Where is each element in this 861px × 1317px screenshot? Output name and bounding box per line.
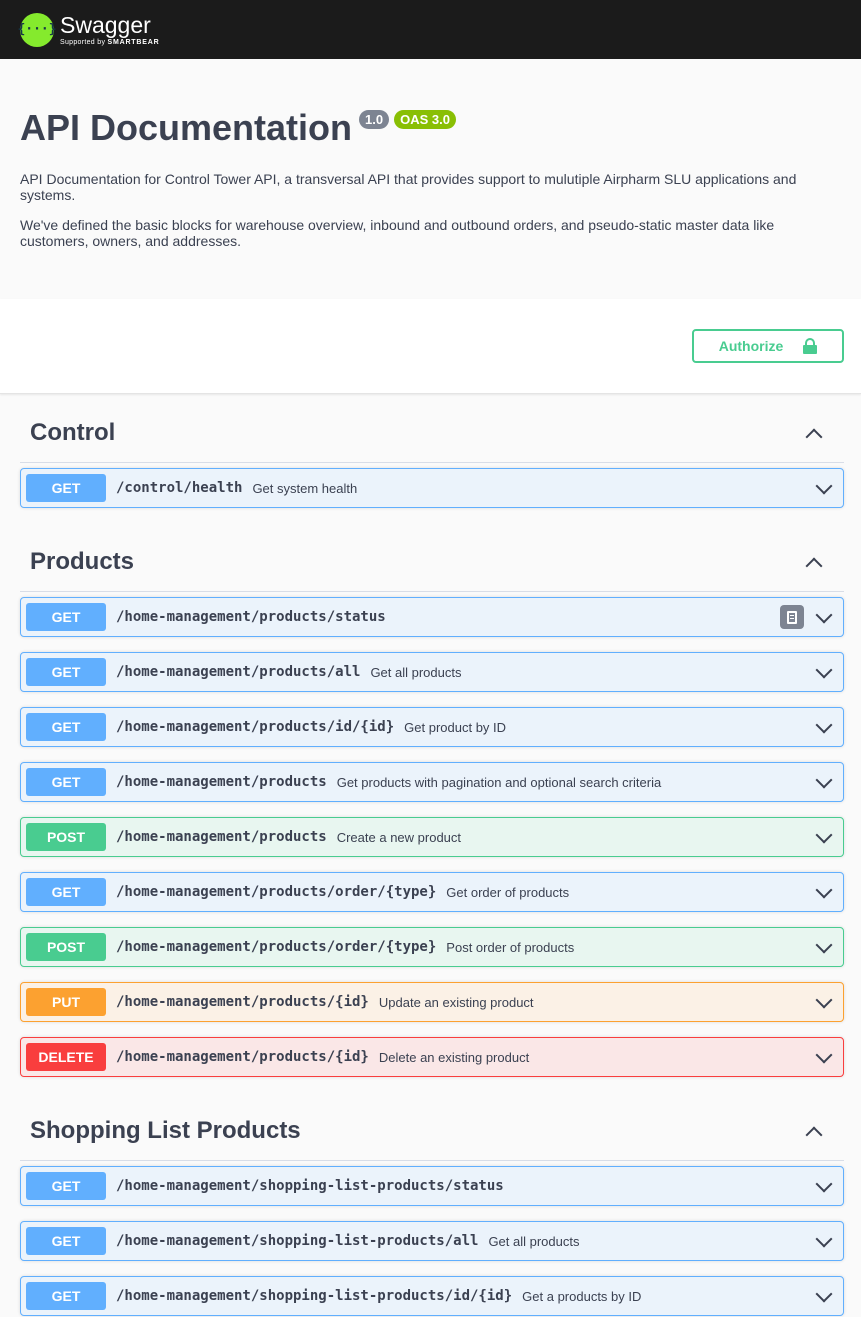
api-description: API Documentation for Control Tower API,…	[20, 171, 841, 249]
method-badge: GET	[26, 1227, 106, 1255]
operation-path: /home-management/products/all	[116, 664, 361, 680]
operation-get[interactable]: GET/home-management/products Get products…	[20, 762, 844, 802]
chevron-down-icon[interactable]	[816, 1050, 830, 1064]
tagline-prefix: Supported by	[60, 38, 106, 46]
operation-summary: Get product by ID	[404, 719, 507, 735]
scheme-container: Authorize	[0, 299, 861, 394]
brand-tagline: Supported by SMARTBEAR	[60, 39, 159, 46]
chevron-up-icon[interactable]	[806, 1124, 820, 1138]
chevron-up-icon[interactable]	[806, 426, 820, 440]
operation-path: /home-management/shopping-list-products/…	[116, 1178, 504, 1194]
authorize-button[interactable]: Authorize	[692, 329, 844, 363]
method-badge: POST	[26, 933, 106, 961]
method-badge: PUT	[26, 988, 106, 1016]
method-badge: DELETE	[26, 1043, 106, 1071]
operation-summary: Get system health	[252, 480, 358, 496]
chevron-down-icon[interactable]	[816, 940, 830, 954]
operation-path: /control/health	[116, 480, 243, 496]
authorize-label: Authorize	[718, 338, 784, 354]
method-badge: POST	[26, 823, 106, 851]
oas-badge: OAS 3.0	[394, 110, 456, 129]
operation-path: /home-management/products	[116, 774, 327, 790]
operation-summary: Update an existing product	[378, 994, 534, 1010]
operation-get[interactable]: GET/home-management/products/id/{id} Get …	[20, 707, 844, 747]
chevron-down-icon[interactable]	[816, 610, 830, 624]
operation-delete[interactable]: DELETE/home-management/products/{id} Dele…	[20, 1037, 844, 1077]
operation-get[interactable]: GET/home-management/shopping-list-produc…	[20, 1276, 844, 1316]
method-badge: GET	[26, 1172, 106, 1200]
operation-path: /home-management/shopping-list-products/…	[116, 1233, 479, 1249]
method-badge: GET	[26, 878, 106, 906]
method-badge: GET	[26, 713, 106, 741]
operation-get[interactable]: GET/home-management/shopping-list-produc…	[20, 1221, 844, 1261]
tag-name: Products	[30, 548, 135, 575]
chevron-down-icon[interactable]	[816, 481, 830, 495]
operation-path: /home-management/products/order/{type}	[116, 939, 437, 955]
chevron-down-icon[interactable]	[816, 1289, 830, 1303]
chevron-down-icon[interactable]	[816, 830, 830, 844]
chevron-down-icon[interactable]	[816, 1179, 830, 1193]
description-paragraph: We've defined the basic blocks for wareh…	[20, 217, 775, 249]
chevron-down-icon[interactable]	[816, 995, 830, 1009]
copy-to-clipboard-icon[interactable]	[780, 605, 804, 629]
chevron-down-icon[interactable]	[816, 665, 830, 679]
operation-get[interactable]: GET/home-management/products/status	[20, 597, 844, 637]
method-badge: GET	[26, 658, 106, 686]
page-title: API Documentation	[20, 107, 353, 148]
topbar: {···} Swagger Supported by SMARTBEAR	[0, 0, 861, 59]
tag-section-header[interactable]: Control	[20, 404, 844, 463]
operation-path: /home-management/products	[116, 829, 327, 845]
operation-get[interactable]: GET/home-management/products/order/{type…	[20, 872, 844, 912]
method-badge: GET	[26, 768, 106, 796]
operation-summary: Delete an existing product	[378, 1049, 530, 1065]
tag-section-header[interactable]: Products	[20, 533, 844, 592]
chevron-down-icon[interactable]	[816, 1234, 830, 1248]
operation-path: /home-management/products/status	[116, 609, 386, 625]
chevron-down-icon[interactable]	[816, 775, 830, 789]
operation-path: /home-management/shopping-list-products/…	[116, 1288, 513, 1304]
tag-name: Shopping List Products	[30, 1117, 301, 1144]
version-badge: 1.0	[359, 110, 390, 129]
description-paragraph: API Documentation for Control Tower API,…	[20, 171, 797, 203]
operation-summary: Post order of products	[446, 939, 575, 955]
operation-get[interactable]: GET/home-management/shopping-list-produc…	[20, 1166, 844, 1206]
operation-summary: Get all products	[370, 664, 462, 680]
operation-summary: Get all products	[488, 1233, 580, 1249]
swagger-logo-icon[interactable]: {···}	[17, 12, 57, 47]
method-badge: GET	[26, 474, 106, 502]
operation-path: /home-management/products/{id}	[116, 1049, 369, 1065]
operation-summary: Get order of products	[446, 884, 570, 900]
operation-get[interactable]: GET/home-management/products/all Get all …	[20, 652, 844, 692]
operation-path: /home-management/products/id/{id}	[116, 719, 395, 735]
method-badge: GET	[26, 603, 106, 631]
tag-section-header[interactable]: Shopping List Products	[20, 1102, 844, 1161]
chevron-up-icon[interactable]	[806, 555, 820, 569]
tagline-company: SMARTBEAR	[107, 38, 160, 46]
operation-summary: Get products with pagination and optiona…	[336, 774, 662, 790]
operation-post[interactable]: POST/home-management/products/order/{typ…	[20, 927, 844, 967]
api-info: API Documentation 1.0 OAS 3.0 API Docume…	[0, 59, 861, 299]
operation-path: /home-management/products/order/{type}	[116, 884, 437, 900]
operation-summary: Get a products by ID	[522, 1288, 642, 1304]
brand-name: Swagger	[60, 11, 151, 38]
operation-post[interactable]: POST/home-management/products Create a ne…	[20, 817, 844, 857]
chevron-down-icon[interactable]	[816, 885, 830, 899]
method-badge: GET	[26, 1282, 106, 1310]
operation-put[interactable]: PUT/home-management/products/{id} Update …	[20, 982, 844, 1022]
operation-get[interactable]: GET/control/health Get system health	[20, 468, 844, 508]
operations-container: Control GET/control/health Get system heal…	[0, 394, 861, 1317]
operation-summary: Create a new product	[336, 829, 462, 845]
tag-name: Control	[30, 419, 116, 446]
operation-path: /home-management/products/{id}	[116, 994, 369, 1010]
swagger-brand[interactable]: Swagger Supported by SMARTBEAR	[60, 11, 159, 46]
chevron-down-icon[interactable]	[816, 720, 830, 734]
lock-icon	[803, 338, 818, 354]
